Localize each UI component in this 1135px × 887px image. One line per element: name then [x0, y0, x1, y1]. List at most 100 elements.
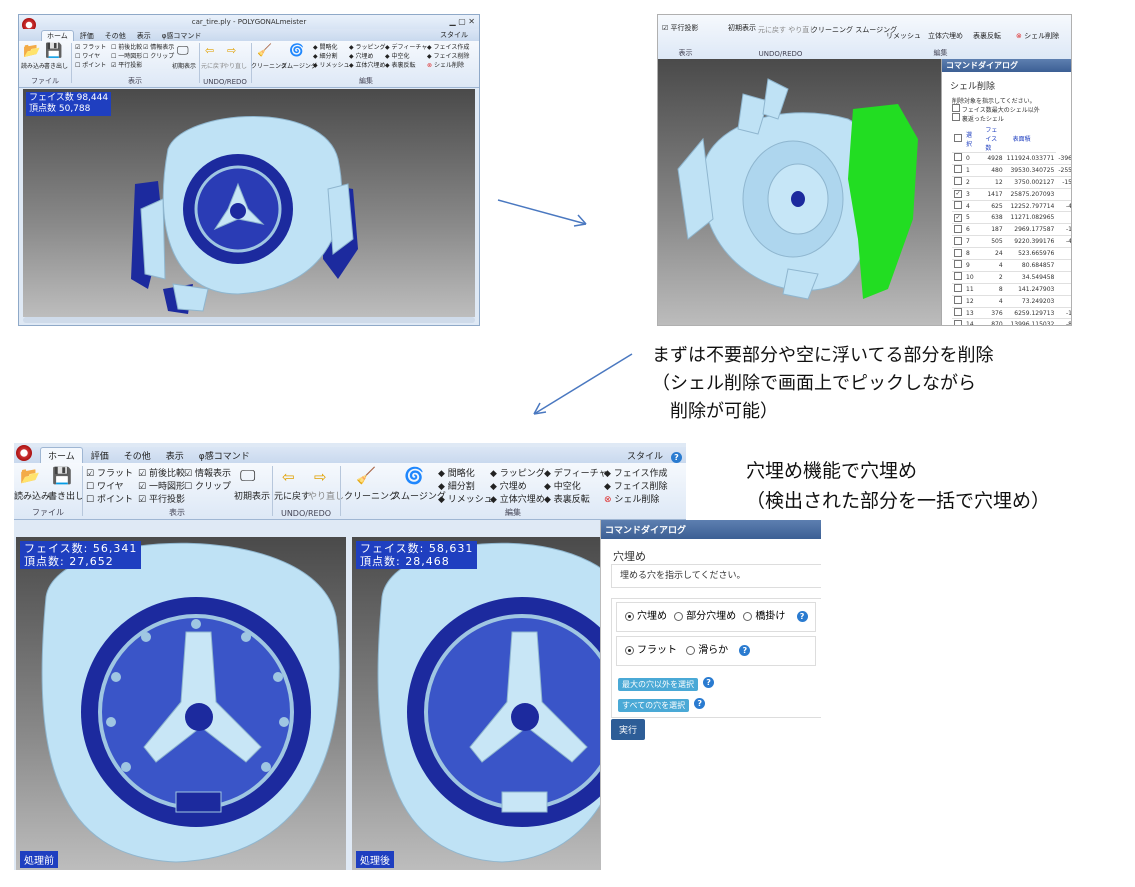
fill-button[interactable]: ◆ 穴埋め: [349, 51, 374, 60]
style-menu[interactable]: スタイル: [620, 448, 670, 463]
shell-delete-button[interactable]: ⊗ シェル削除: [604, 492, 659, 505]
redo-icon[interactable]: ⇨: [314, 468, 327, 486]
select-all-button[interactable]: すべての穴を選択: [618, 699, 690, 712]
table-row[interactable]: 9 4 80.684857: [952, 259, 1071, 272]
defeature-button[interactable]: ◆ デフィーチャ: [385, 42, 427, 51]
radio-smooth[interactable]: 滑らか: [686, 645, 728, 656]
run-button[interactable]: 実行: [611, 719, 646, 740]
help-icon[interactable]: ?: [671, 452, 682, 463]
option-flipped[interactable]: 裏返ったシェル: [952, 113, 1004, 123]
viewport-after[interactable]: フェイス数: 58,631 頂点数: 28,468 処理後: [352, 537, 602, 870]
subdivide-button[interactable]: ◆ 細分割: [438, 479, 475, 492]
row-checkbox[interactable]: [952, 176, 964, 189]
row-checkbox[interactable]: [952, 307, 964, 320]
remesh-button[interactable]: ◆ リメッシュ: [438, 492, 493, 505]
viewport-3d[interactable]: [658, 59, 941, 325]
select-all-but-max-button[interactable]: 最大の穴以外を選択: [618, 678, 698, 691]
tab-home[interactable]: ホーム: [41, 30, 74, 41]
clip-check[interactable]: ☐ クリップ: [184, 479, 231, 492]
row-checkbox[interactable]: ✓: [952, 188, 964, 201]
table-row[interactable]: 7 505 9220.399176 -4: [952, 235, 1071, 249]
row-checkbox[interactable]: [952, 235, 964, 249]
simplify-button[interactable]: ◆ 間略化: [313, 42, 338, 51]
tab-evaluate[interactable]: 評価: [84, 448, 116, 463]
radio-bridge[interactable]: 橋掛け: [743, 611, 785, 622]
row-checkbox[interactable]: [952, 318, 964, 325]
row-check-icon[interactable]: [954, 236, 962, 245]
wrap-button[interactable]: ◆ ラッピング: [349, 42, 386, 51]
read-icon[interactable]: 📂: [23, 43, 40, 59]
help-icon[interactable]: ?: [739, 644, 751, 656]
tab-view[interactable]: 表示: [159, 448, 191, 463]
flip-button[interactable]: 表裏反転: [973, 31, 1001, 41]
undo-icon[interactable]: ⇦: [205, 44, 214, 57]
radio-partial-fill[interactable]: 部分穴埋め: [674, 611, 736, 622]
parallel-check[interactable]: ☑ 平行投影: [662, 23, 699, 33]
face-delete-button[interactable]: ◆ フェイス削除: [604, 479, 668, 492]
row-check-icon[interactable]: [954, 153, 962, 162]
row-check-icon[interactable]: ✓: [954, 190, 962, 199]
row-checkbox[interactable]: [952, 152, 964, 165]
shell-delete-button[interactable]: ⊗ シェル削除: [427, 60, 464, 69]
parallel-check[interactable]: ☑ 平行投影: [111, 60, 142, 69]
row-check-icon[interactable]: [954, 201, 962, 209]
initial-view-icon[interactable]: 🖵: [177, 43, 189, 58]
help-icon[interactable]: ?: [694, 698, 706, 709]
window-controls[interactable]: ▁ ▢ ✕: [450, 17, 476, 26]
clip-check[interactable]: ☐ クリップ: [143, 51, 174, 60]
face-delete-button[interactable]: ◆ フェイス削除: [427, 51, 469, 60]
write-icon[interactable]: 💾: [52, 466, 72, 485]
smoothing-button[interactable]: スムージング: [281, 61, 317, 70]
row-check-icon[interactable]: [954, 165, 962, 174]
info-check[interactable]: ☑ 情報表示: [143, 42, 174, 51]
row-check-icon[interactable]: [954, 308, 962, 317]
table-row[interactable]: 8 24 523.665976: [952, 247, 1071, 261]
wrap-button[interactable]: ◆ ラッピング: [490, 466, 545, 479]
info-check[interactable]: ☑ 情報表示: [184, 466, 231, 479]
row-checkbox[interactable]: [952, 259, 964, 272]
row-check-icon[interactable]: [954, 296, 962, 305]
face-create-button[interactable]: ◆ フェイス作成: [604, 466, 668, 479]
compare-check[interactable]: ☑ 前後比較: [138, 466, 185, 479]
table-row[interactable]: 10 2 34.549458: [952, 271, 1071, 284]
row-checkbox[interactable]: [952, 295, 964, 308]
row-checkbox[interactable]: [952, 247, 964, 261]
redo-button[interactable]: やり直し: [223, 61, 247, 70]
table-row[interactable]: ✓ 3 1417 25875.207093: [952, 188, 1071, 201]
wire-check[interactable]: ☐ ワイヤ: [86, 479, 124, 492]
help-icon[interactable]: ?: [703, 677, 715, 688]
table-row[interactable]: 1 480 39530.340725 -255: [952, 164, 1071, 177]
undo-redo-button[interactable]: 元に戻す やり直し: [758, 25, 816, 35]
fill-button[interactable]: ◆ 穴埋め: [490, 479, 527, 492]
cleaning-smoothing-button[interactable]: クリーニング スムージング: [811, 25, 897, 35]
cleaning-button[interactable]: クリーニング: [344, 489, 398, 502]
read-icon[interactable]: 📂: [20, 466, 40, 485]
viewport-before[interactable]: フェイス数: 56,341 頂点数: 27,652 処理前: [16, 537, 346, 870]
row-check-icon[interactable]: [954, 224, 962, 233]
initial-view-button[interactable]: 初期表示: [234, 489, 270, 502]
row-check-icon[interactable]: ✓: [954, 213, 962, 222]
undo-button[interactable]: 元に戻す: [201, 61, 225, 70]
initial-view-icon[interactable]: 🖵: [240, 466, 255, 486]
cleaning-icon[interactable]: 🧹: [257, 43, 272, 57]
row-checkbox[interactable]: [952, 200, 964, 213]
read-button[interactable]: 読み込み: [21, 61, 45, 70]
initial-view-button[interactable]: 初期表示: [172, 61, 196, 70]
row-check-icon[interactable]: [954, 260, 962, 269]
table-row[interactable]: ✓ 5 638 11271.082965: [952, 211, 1071, 225]
temp-check[interactable]: ☐ 一時図形: [111, 51, 142, 60]
row-checkbox[interactable]: [952, 223, 964, 237]
flat-check[interactable]: ☑ フラット: [75, 42, 106, 51]
app-logo-icon[interactable]: [16, 445, 32, 461]
solid-fill-button[interactable]: 立体穴埋め: [928, 31, 963, 41]
row-checkbox[interactable]: [952, 283, 964, 296]
row-checkbox[interactable]: ✓: [952, 211, 964, 225]
redo-button[interactable]: やり直し: [308, 489, 344, 502]
shell-delete-button[interactable]: ⊗ シェル削除: [1016, 31, 1059, 41]
cleaning-icon[interactable]: 🧹: [356, 466, 376, 485]
point-check[interactable]: ☐ ポイント: [86, 492, 133, 505]
smoothing-icon[interactable]: 🌀: [289, 43, 304, 57]
point-check[interactable]: ☐ ポイント: [75, 60, 106, 69]
radio-flat[interactable]: フラット: [625, 645, 677, 656]
table-row[interactable]: 11 8 141.247903: [952, 283, 1071, 296]
